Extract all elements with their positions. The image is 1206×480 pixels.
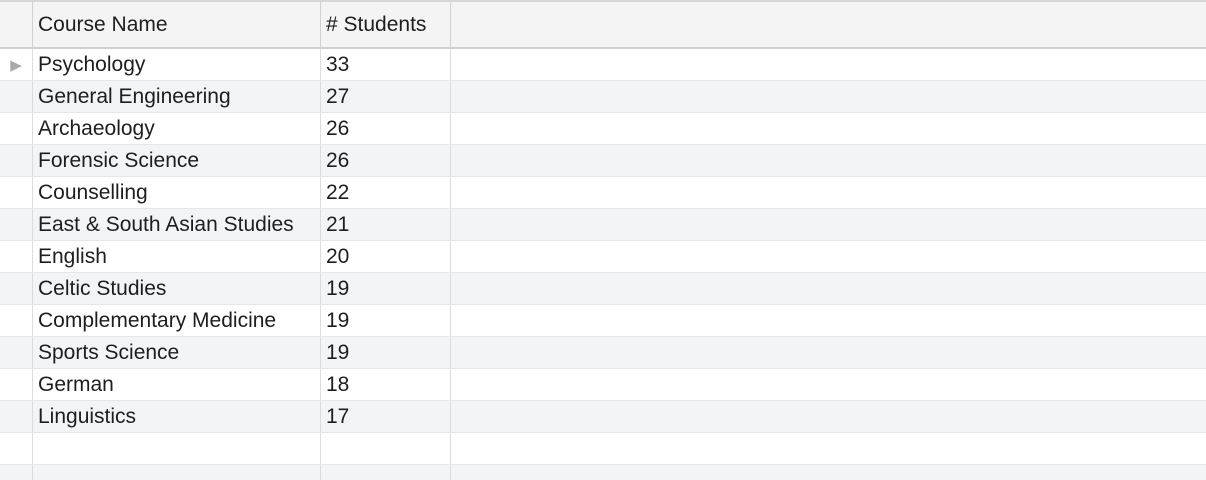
cell-course-name[interactable]: Celtic Studies [33, 273, 321, 304]
cell-course-name[interactable]: Psychology [33, 49, 321, 80]
cell-students[interactable]: 17 [321, 401, 451, 432]
cell-students[interactable]: 33 [321, 49, 451, 80]
table-row[interactable]: East & South Asian Studies 21 [0, 209, 1206, 241]
empty-row[interactable] [0, 465, 1206, 480]
row-filler [451, 465, 1206, 480]
cell-students[interactable] [321, 433, 451, 464]
row-filler [451, 369, 1206, 400]
cell-students[interactable]: 19 [321, 273, 451, 304]
row-indicator[interactable] [0, 145, 33, 176]
cell-course-name[interactable]: East & South Asian Studies [33, 209, 321, 240]
row-indicator[interactable] [0, 465, 33, 480]
row-indicator[interactable] [0, 241, 33, 272]
table-row[interactable]: Archaeology 26 [0, 113, 1206, 145]
cell-course-name[interactable]: Sports Science [33, 337, 321, 368]
row-indicator[interactable] [0, 433, 33, 464]
cell-students[interactable]: 19 [321, 337, 451, 368]
cell-course-name[interactable]: Counselling [33, 177, 321, 208]
cell-students[interactable]: 19 [321, 305, 451, 336]
cell-course-name[interactable] [33, 433, 321, 464]
row-indicator[interactable] [0, 369, 33, 400]
table-body: ▶ Psychology 33 General Engineering 27 Archae… [0, 49, 1206, 480]
row-indicator[interactable] [0, 337, 33, 368]
table-row[interactable]: Linguistics 17 [0, 401, 1206, 433]
row-filler [451, 337, 1206, 368]
row-indicator[interactable] [0, 273, 33, 304]
row-indicator[interactable] [0, 177, 33, 208]
row-indicator[interactable] [0, 401, 33, 432]
cell-students[interactable] [321, 465, 451, 480]
row-indicator[interactable] [0, 81, 33, 112]
row-filler [451, 433, 1206, 464]
row-filler [451, 113, 1206, 144]
cell-course-name[interactable]: Forensic Science [33, 145, 321, 176]
column-header-course-name[interactable]: Course Name [33, 2, 321, 47]
row-indicator[interactable] [0, 209, 33, 240]
row-filler [451, 305, 1206, 336]
table-row[interactable]: Complementary Medicine 19 [0, 305, 1206, 337]
header-corner [0, 2, 33, 47]
empty-row[interactable] [0, 433, 1206, 465]
table-row[interactable]: Celtic Studies 19 [0, 273, 1206, 305]
table-row[interactable]: General Engineering 27 [0, 81, 1206, 113]
table-row[interactable]: Forensic Science 26 [0, 145, 1206, 177]
cell-students[interactable]: 26 [321, 145, 451, 176]
row-indicator[interactable] [0, 305, 33, 336]
table-row[interactable]: ▶ Psychology 33 [0, 49, 1206, 81]
cell-course-name[interactable]: Linguistics [33, 401, 321, 432]
cell-course-name[interactable] [33, 465, 321, 480]
row-filler [451, 177, 1206, 208]
row-filler [451, 401, 1206, 432]
table-row[interactable]: Counselling 22 [0, 177, 1206, 209]
play-right-triangle-icon[interactable]: ▶ [0, 49, 33, 80]
cell-course-name[interactable]: General Engineering [33, 81, 321, 112]
cell-course-name[interactable]: German [33, 369, 321, 400]
cell-students[interactable]: 21 [321, 209, 451, 240]
cell-course-name[interactable]: English [33, 241, 321, 272]
results-grid: Course Name # Students ▶ Psychology 33 Gene… [0, 0, 1206, 480]
table-header-row: Course Name # Students [0, 2, 1206, 49]
cell-students[interactable]: 27 [321, 81, 451, 112]
row-filler [451, 49, 1206, 80]
column-header-students[interactable]: # Students [321, 2, 451, 47]
row-filler [451, 145, 1206, 176]
cell-students[interactable]: 18 [321, 369, 451, 400]
cell-course-name[interactable]: Complementary Medicine [33, 305, 321, 336]
table-row[interactable]: German 18 [0, 369, 1206, 401]
row-filler [451, 81, 1206, 112]
table-row[interactable]: English 20 [0, 241, 1206, 273]
row-indicator[interactable] [0, 113, 33, 144]
cell-students[interactable]: 20 [321, 241, 451, 272]
table-row[interactable]: Sports Science 19 [0, 337, 1206, 369]
cell-students[interactable]: 22 [321, 177, 451, 208]
row-filler [451, 273, 1206, 304]
header-filler [451, 2, 1206, 47]
cell-students[interactable]: 26 [321, 113, 451, 144]
row-filler [451, 209, 1206, 240]
cell-course-name[interactable]: Archaeology [33, 113, 321, 144]
row-filler [451, 241, 1206, 272]
